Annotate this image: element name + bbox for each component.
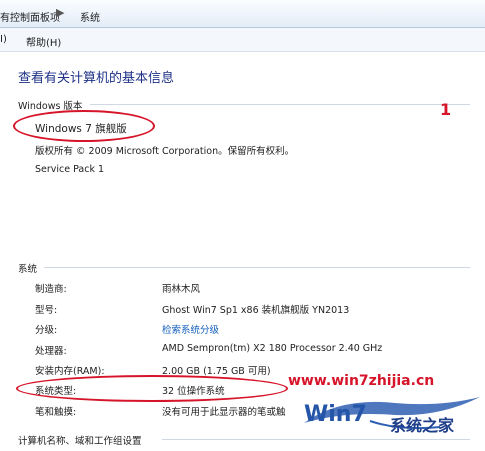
watermark-brand: 系统之家 xyxy=(390,416,455,435)
watermark-logo-text: Win7 xyxy=(304,402,367,427)
value-manufacturer: 雨林木风 xyxy=(162,284,201,295)
annotation-oval-system-type xyxy=(16,375,288,402)
menu-item-tools-partial[interactable]: I) xyxy=(0,34,7,45)
label-model: 型号: xyxy=(35,305,58,316)
value-pen-touch: 没有可用于此显示器的笔或触 xyxy=(162,407,286,418)
label-manufacturer: 制造商: xyxy=(35,284,67,295)
section-divider xyxy=(162,439,470,440)
page-title: 查看有关计算机的基本信息 xyxy=(18,71,175,86)
breadcrumb-system[interactable]: 系统 xyxy=(80,9,100,24)
value-processor: AMD Sempron(tm) X2 180 Processor 2.40 GH… xyxy=(162,343,383,354)
label-pen-touch: 笔和触摸: xyxy=(35,407,77,418)
section-divider xyxy=(44,267,470,268)
watermark-url: www.win7zhijia.cn xyxy=(288,373,435,389)
link-system-rating[interactable]: 检索系统分级 xyxy=(162,322,219,336)
breadcrumb-separator-icon[interactable]: ▶ xyxy=(56,6,64,19)
annotation-oval-edition xyxy=(13,110,155,142)
label-rating: 分级: xyxy=(35,325,58,336)
menu-item-help[interactable]: 帮助(H) xyxy=(26,34,61,49)
copyright-text: 版权所有 © 2009 Microsoft Corporation。保留所有权利… xyxy=(35,146,295,157)
section-divider xyxy=(90,104,470,105)
menu-bar: I) 帮助(H) xyxy=(0,28,485,52)
service-pack-text: Service Pack 1 xyxy=(35,164,105,175)
label-installed-memory: 安装内存(RAM): xyxy=(35,366,105,377)
section-header-computer-name: 计算机名称、域和工作组设置 xyxy=(18,436,142,447)
annotation-number: 1 xyxy=(440,100,452,119)
label-processor: 处理器: xyxy=(35,346,67,357)
section-header-system: 系统 xyxy=(18,264,38,275)
address-bar[interactable]: 有控制面板项 ▶ 系统 xyxy=(0,0,485,28)
value-model: Ghost Win7 Sp1 x86 装机旗舰版 YN2013 xyxy=(162,305,350,316)
breadcrumb-control-panel-items[interactable]: 有控制面板项 xyxy=(0,9,60,24)
